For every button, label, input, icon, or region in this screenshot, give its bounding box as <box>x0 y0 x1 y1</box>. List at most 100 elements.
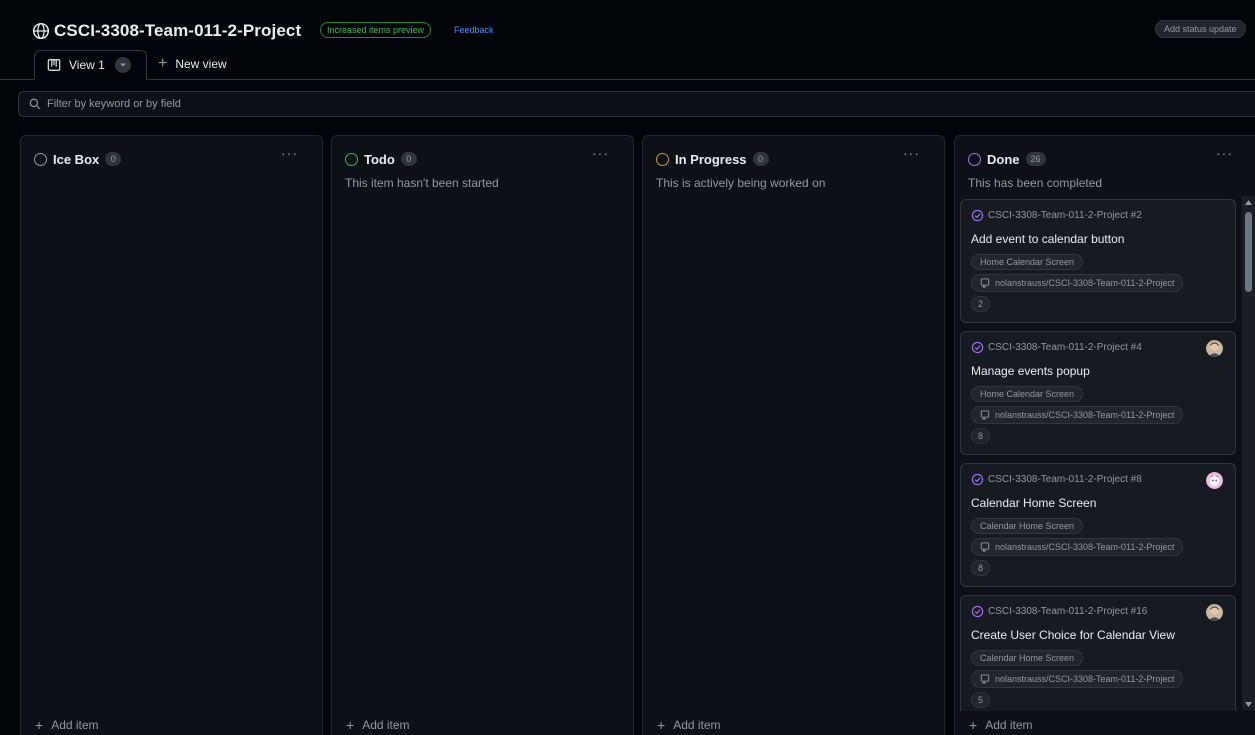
new-view-label: New view <box>175 57 227 71</box>
status-circle-icon <box>968 152 981 166</box>
repository-chip: nolanstrauss/CSCI-3308-Team-011-2-Projec… <box>971 406 1184 424</box>
estimate-chip: 5 <box>971 692 991 708</box>
card-repo-label: CSCI-3308-Team-011-2-Project #2 <box>988 210 1142 221</box>
count-badge: 0 <box>105 152 122 166</box>
scroll-up-arrow-icon[interactable] <box>1242 196 1255 208</box>
issue-closed-icon <box>971 209 984 222</box>
add-item-label: Add item <box>985 718 1033 732</box>
count-badge: 0 <box>400 152 417 166</box>
column-ice-box: Ice Box 0 ··· + Add item <box>20 135 323 735</box>
label-chip: Calendar Home Screen <box>971 518 1084 534</box>
avatar[interactable] <box>1206 340 1223 357</box>
tab-view-1[interactable]: View 1 <box>34 50 147 80</box>
card-repo: CSCI-3308-Team-011-2-Project #16 <box>971 605 1147 618</box>
more-icon[interactable]: ··· <box>903 146 920 160</box>
preview-badge[interactable]: Increased items preview <box>320 22 432 38</box>
count-badge: 26 <box>1025 152 1046 166</box>
plus-icon: + <box>969 717 978 733</box>
estimate-chip: 8 <box>971 428 991 444</box>
status-circle-icon <box>656 152 669 166</box>
avatar[interactable] <box>1206 604 1223 621</box>
issue-card[interactable]: CSCI-3308-Team-011-2-Project #2 Add even… <box>960 199 1236 323</box>
feedback-link[interactable]: Feedback <box>454 22 494 38</box>
scrollbar[interactable] <box>1242 196 1255 710</box>
column-description: This has been completed <box>968 176 1103 190</box>
plus-icon: + <box>657 717 666 733</box>
card-title[interactable]: Calendar Home Screen <box>971 496 1096 510</box>
scroll-down-arrow-icon[interactable] <box>1242 698 1255 710</box>
add-item-button[interactable]: + Add item <box>35 718 99 732</box>
repository-chip: nolanstrauss/CSCI-3308-Team-011-2-Projec… <box>971 274 1184 292</box>
tab-label: View 1 <box>69 58 105 72</box>
column-header: In Progress 0 <box>643 149 944 169</box>
add-item-button[interactable]: + Add item <box>657 718 721 732</box>
repository-chip: nolanstrauss/CSCI-3308-Team-011-2-Projec… <box>971 670 1184 688</box>
column-description: This item hasn't been started <box>345 176 499 190</box>
count-badge: 0 <box>752 152 769 166</box>
new-view-button[interactable]: + New view <box>158 56 227 72</box>
more-icon[interactable]: ··· <box>592 146 609 160</box>
issue-card[interactable]: CSCI-3308-Team-011-2-Project #8 Calendar… <box>960 463 1236 587</box>
add-item-label: Add item <box>673 718 721 732</box>
filter-bar[interactable] <box>18 91 1255 117</box>
column-name: Ice Box <box>53 151 100 167</box>
add-status-update-button[interactable]: Add status update <box>1155 20 1246 38</box>
card-repo: CSCI-3308-Team-011-2-Project #4 <box>971 341 1142 354</box>
column-name: In Progress <box>675 151 747 167</box>
avatar[interactable] <box>1206 472 1223 489</box>
column-name: Done <box>987 151 1020 167</box>
add-item-label: Add item <box>51 718 99 732</box>
issue-closed-icon <box>971 605 984 618</box>
chevron-down-icon[interactable] <box>114 57 131 73</box>
issue-card[interactable]: CSCI-3308-Team-011-2-Project #4 Manage e… <box>960 331 1236 455</box>
card-repo-label: CSCI-3308-Team-011-2-Project #4 <box>988 342 1142 353</box>
card-title[interactable]: Add event to calendar button <box>971 232 1124 246</box>
status-circle-icon <box>34 152 47 166</box>
card-repo: CSCI-3308-Team-011-2-Project #2 <box>971 209 1142 222</box>
scroll-thumb[interactable] <box>1245 212 1252 292</box>
filter-input[interactable] <box>47 98 647 110</box>
add-item-button[interactable]: + Add item <box>969 718 1033 732</box>
board-icon <box>47 59 61 71</box>
title-row: CSCI-3308-Team-011-2-Project <box>32 18 301 44</box>
add-item-button[interactable]: + Add item <box>346 718 410 732</box>
column-header: Todo 0 <box>332 149 633 169</box>
status-circle-icon <box>345 152 358 166</box>
card-title[interactable]: Create User Choice for Calendar View <box>971 628 1175 642</box>
column-description: This is actively being worked on <box>656 176 826 190</box>
column-name: Todo <box>364 151 395 167</box>
plus-icon: + <box>346 717 355 733</box>
repository-label: nolanstrauss/CSCI-3308-Team-011-2-Projec… <box>995 278 1175 288</box>
column-in-progress: In Progress 0 ··· This is actively being… <box>642 135 945 735</box>
more-icon[interactable]: ··· <box>1216 146 1233 160</box>
globe-icon <box>32 22 50 40</box>
project-header: CSCI-3308-Team-011-2-Project Increased i… <box>0 0 1255 80</box>
repo-icon <box>980 674 990 684</box>
card-title[interactable]: Manage events popup <box>971 364 1090 378</box>
repo-icon <box>980 410 990 420</box>
card-list: CSCI-3308-Team-011-2-Project #2 Add even… <box>960 199 1238 711</box>
repo-icon <box>980 542 990 552</box>
card-repo: CSCI-3308-Team-011-2-Project #8 <box>971 473 1142 486</box>
label-chip: Calendar Home Screen <box>971 650 1084 666</box>
label-chip: Home Calendar Screen <box>971 386 1084 402</box>
issue-card[interactable]: CSCI-3308-Team-011-2-Project #16 Create … <box>960 595 1236 711</box>
search-icon <box>29 98 41 110</box>
estimate-chip: 8 <box>971 560 991 576</box>
column-todo: Todo 0 ··· This item hasn't been started… <box>331 135 634 735</box>
column-header: Done 26 <box>955 149 1255 169</box>
add-item-label: Add item <box>362 718 410 732</box>
repository-label: nolanstrauss/CSCI-3308-Team-011-2-Projec… <box>995 542 1175 552</box>
card-repo-label: CSCI-3308-Team-011-2-Project #16 <box>988 606 1148 617</box>
issue-closed-icon <box>971 473 984 486</box>
more-icon[interactable]: ··· <box>281 146 298 160</box>
estimate-chip: 2 <box>971 296 991 312</box>
repository-label: nolanstrauss/CSCI-3308-Team-011-2-Projec… <box>995 410 1175 420</box>
column-done: Done 26 ··· This has been completed CSCI… <box>954 135 1255 735</box>
repository-chip: nolanstrauss/CSCI-3308-Team-011-2-Projec… <box>971 538 1184 556</box>
repository-label: nolanstrauss/CSCI-3308-Team-011-2-Projec… <box>995 674 1175 684</box>
issue-closed-icon <box>971 341 984 354</box>
column-header: Ice Box 0 <box>21 149 322 169</box>
page-title: CSCI-3308-Team-011-2-Project <box>54 21 302 40</box>
plus-icon: + <box>35 717 44 733</box>
